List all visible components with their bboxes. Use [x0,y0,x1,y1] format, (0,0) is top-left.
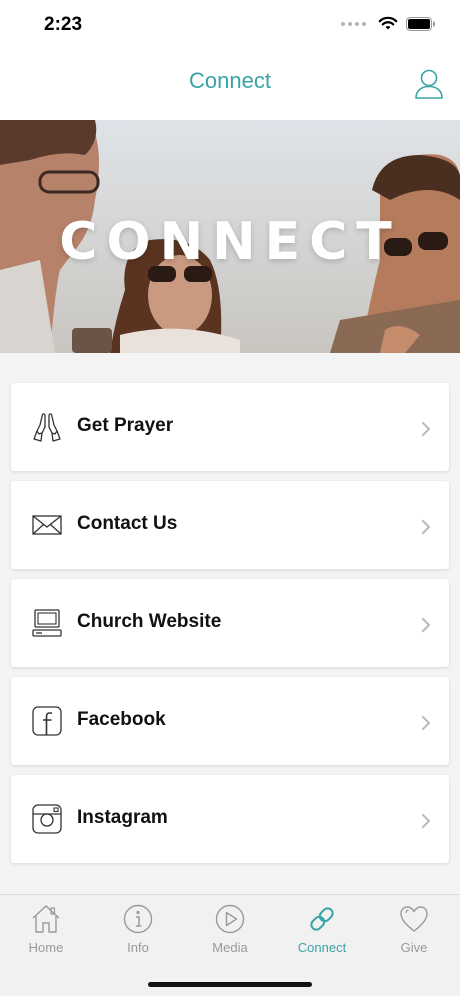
tab-give[interactable]: Give [368,903,460,963]
status-time: 2:23 [44,14,83,35]
heart-icon [400,906,428,932]
tab-label: Media [212,940,248,955]
hero-title: CONNECT [59,212,401,272]
tab-bar: Home Info Media Connect Give [0,894,460,996]
tab-label: Connect [297,940,347,955]
signal-icon [341,21,366,26]
envelope-icon [32,515,62,535]
hero-banner: CONNECT [0,120,460,353]
tab-media[interactable]: Media [184,903,276,963]
chevron-right-icon [421,617,431,633]
home-indicator[interactable] [148,982,312,987]
chevron-right-icon [421,421,431,437]
menu-item-label: Get Prayer [77,415,174,436]
menu-item-facebook[interactable]: Facebook [11,677,449,765]
tab-connect[interactable]: Connect [276,903,368,963]
computer-icon [32,609,62,637]
chevron-right-icon [421,715,431,731]
home-icon [32,905,60,933]
menu-item-label: Church Website [77,611,222,632]
page-title: Connect [189,68,271,93]
instagram-icon [32,804,62,834]
menu-item-church-website[interactable]: Church Website [11,579,449,667]
play-icon [215,904,245,934]
praying-hands-icon [33,413,61,442]
status-bar: 2:23 [0,0,460,52]
tab-label: Give [400,940,428,955]
tab-info[interactable]: Info [92,903,184,963]
facebook-icon [32,706,62,736]
menu-item-label: Contact Us [77,513,178,534]
status-icons [341,16,436,31]
menu-item-label: Facebook [77,709,166,730]
battery-icon [406,16,435,31]
info-icon [123,904,153,934]
menu-item-contact-us[interactable]: Contact Us [11,481,449,569]
nav-bar: Connect [0,52,460,120]
tab-label: Info [127,940,149,955]
menu-item-get-prayer[interactable]: Get Prayer [11,383,449,471]
chevron-right-icon [421,813,431,829]
user-icon[interactable] [414,68,444,100]
tab-home[interactable]: Home [0,903,92,963]
chevron-right-icon [421,519,431,535]
wifi-icon [378,16,398,30]
menu-item-instagram[interactable]: Instagram [11,775,449,863]
menu-item-label: Instagram [77,807,168,828]
link-icon [310,907,334,931]
tab-label: Home [28,940,64,955]
